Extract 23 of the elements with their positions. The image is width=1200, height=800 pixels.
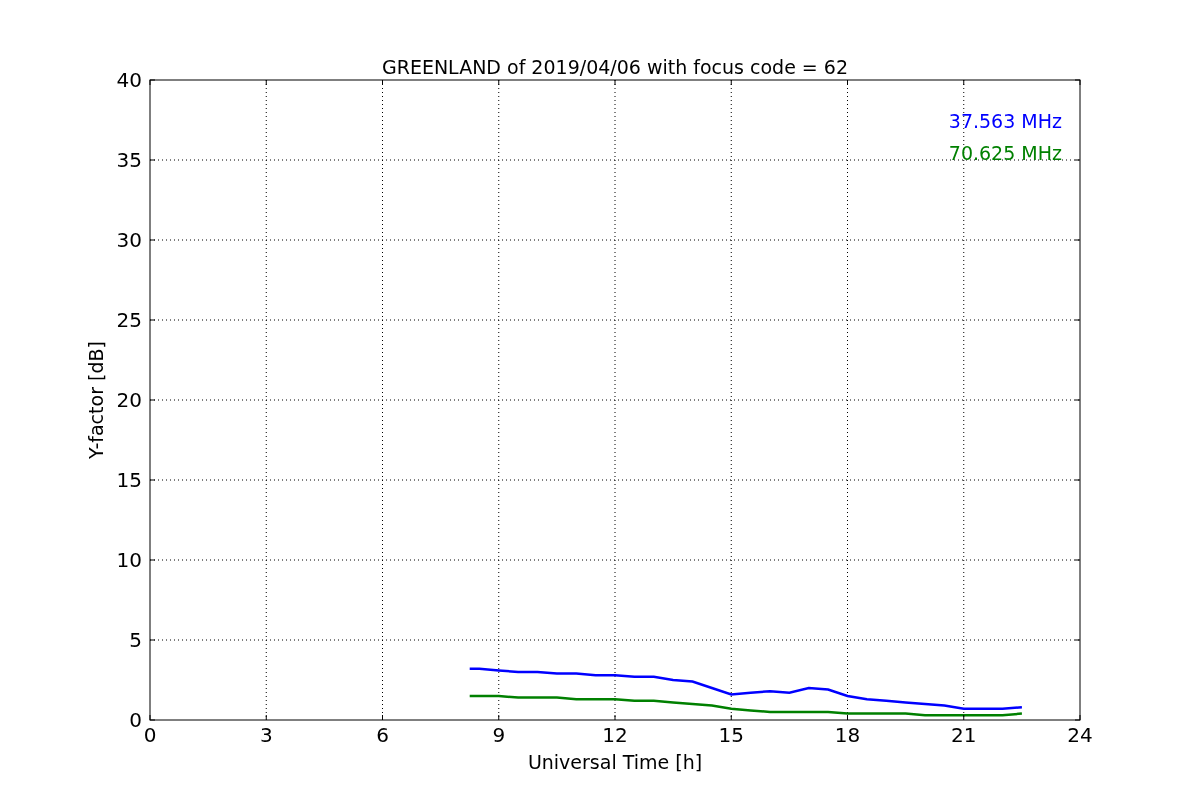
y-tick-label: 40: [116, 68, 142, 92]
y-tick-label: 15: [116, 468, 142, 492]
y-tick-label: 0: [129, 708, 142, 732]
chart-title: GREENLAND of 2019/04/06 with focus code = 62: [382, 56, 848, 78]
x-tick-label: 3: [259, 723, 273, 747]
x-tick-label: 24: [1067, 723, 1093, 747]
x-tick-label: 9: [492, 723, 506, 747]
y-tick-label: 35: [116, 148, 142, 172]
y-tick-label: 5: [129, 628, 142, 652]
legend-label: 70.625 MHz: [948, 142, 1062, 164]
x-tick-label: 15: [718, 723, 744, 747]
x-tick-label: 21: [951, 723, 977, 747]
y-axis-label: Y-factor [dB]: [85, 341, 107, 459]
x-tick-label: 0: [143, 723, 157, 747]
x-tick-label: 18: [834, 723, 861, 747]
x-axis-label: Universal Time [h]: [527, 751, 703, 773]
y-tick-label: 25: [116, 308, 142, 332]
y-tick-label: 10: [116, 548, 142, 572]
y-tick-label: 30: [116, 228, 142, 252]
x-tick-label: 12: [602, 723, 628, 747]
x-tick-label: 6: [376, 723, 389, 747]
legend-label: 37.563 MHz: [948, 110, 1062, 132]
y-tick-label: 20: [116, 388, 142, 412]
